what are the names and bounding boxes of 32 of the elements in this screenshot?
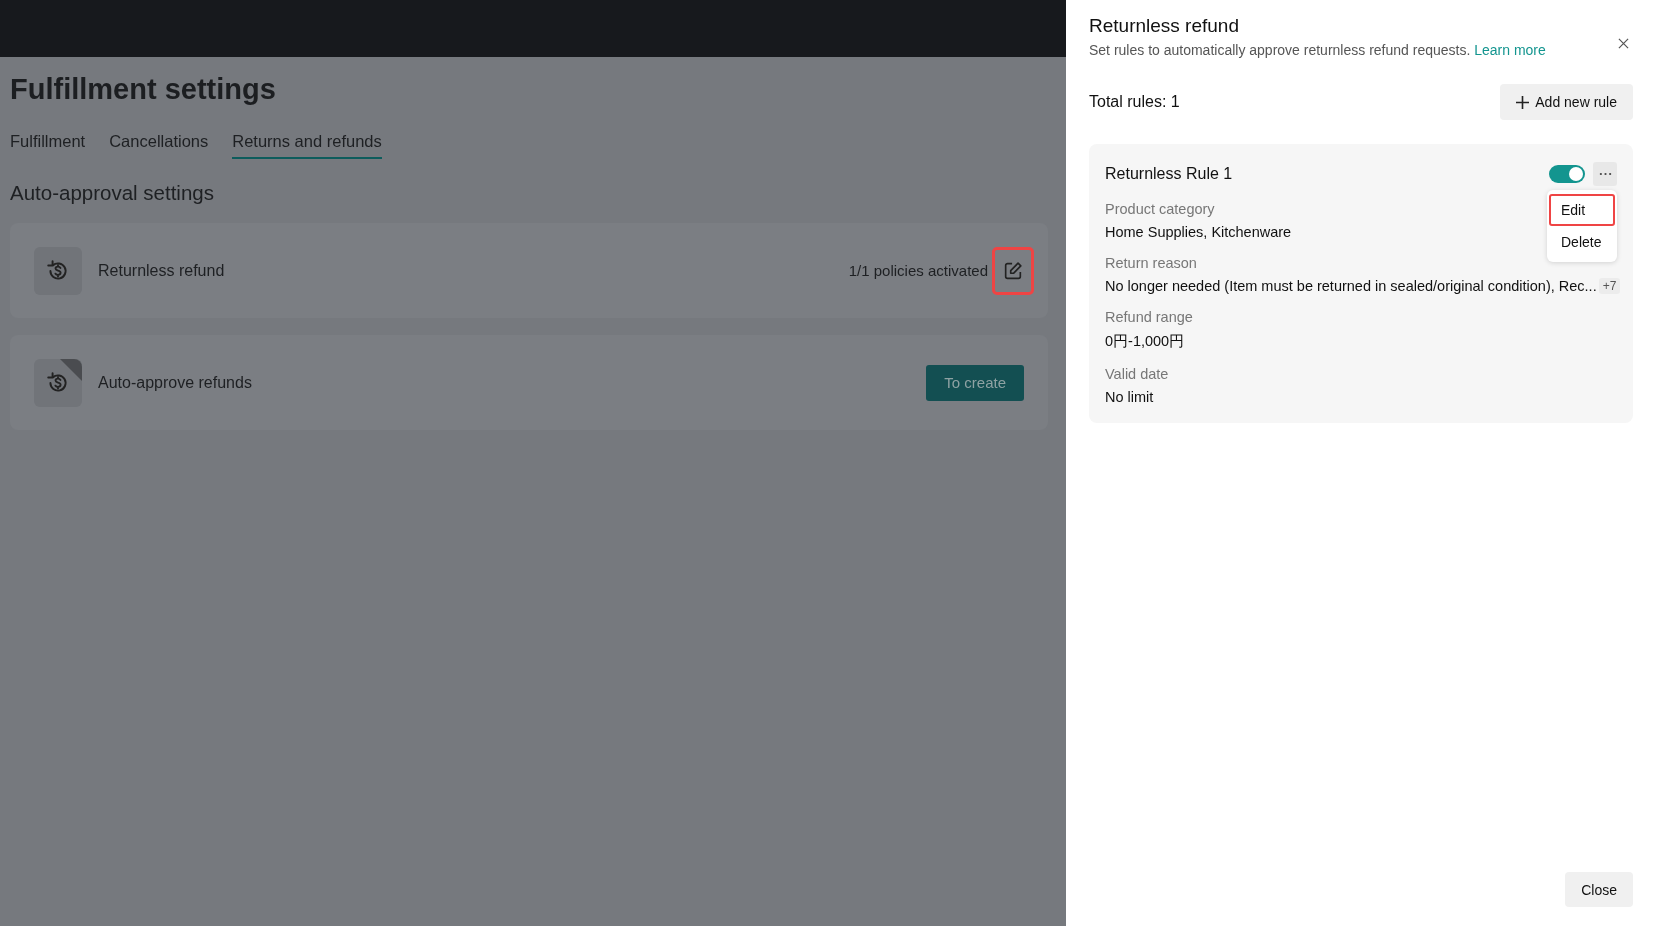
close-icon[interactable] bbox=[1618, 38, 1629, 49]
field-value: No longer needed (Item must be returned in sealed/original condition), Rec... bbox=[1105, 278, 1597, 294]
card-title: Returnless refund bbox=[98, 261, 226, 280]
more-count: +7 bbox=[1598, 278, 1621, 294]
field-label: Product category bbox=[1105, 201, 1215, 217]
add-rule-button[interactable]: Add new rule bbox=[1500, 84, 1633, 120]
card-title: Auto-approve refunds bbox=[98, 373, 253, 392]
rule-name: Returnless Rule 1 bbox=[1105, 165, 1234, 183]
tab[interactable]: Cancellations bbox=[109, 132, 209, 159]
toggle-switch[interactable] bbox=[1549, 165, 1585, 183]
field-label: Refund range bbox=[1105, 309, 1193, 325]
field-value: No limit bbox=[1105, 389, 1154, 405]
field-value: Home Supplies, Kitchenware bbox=[1105, 224, 1292, 240]
tab[interactable]: Returns and refunds bbox=[232, 132, 382, 159]
tab[interactable]: Fulfillment bbox=[10, 132, 86, 159]
more-icon bbox=[1598, 172, 1612, 176]
section-title: Auto-approval settings bbox=[10, 181, 215, 205]
drawer-description: Set rules to automatically approve returnless refund requests. bbox=[1089, 42, 1471, 58]
drawer-title: Returnless refund bbox=[1089, 15, 1240, 37]
field-label: Valid date bbox=[1105, 366, 1169, 382]
field-value: 0円-1,000円 bbox=[1105, 332, 1185, 351]
total-rules: Total rules: 1 bbox=[1089, 93, 1180, 111]
page-title: Fulfillment settings bbox=[10, 73, 277, 106]
create-button[interactable]: To create bbox=[926, 364, 1024, 401]
close-button[interactable]: Close bbox=[1565, 872, 1633, 907]
learn-more-link[interactable]: Learn more bbox=[1474, 42, 1546, 58]
policy-status: 1/1 policies activated bbox=[848, 262, 988, 279]
plus-icon bbox=[1516, 95, 1530, 109]
field-label: Return reason bbox=[1105, 255, 1197, 271]
edit-button[interactable] bbox=[992, 246, 1034, 295]
menu-item[interactable]: Delete bbox=[1549, 226, 1615, 258]
menu-item[interactable]: Edit bbox=[1549, 194, 1615, 226]
